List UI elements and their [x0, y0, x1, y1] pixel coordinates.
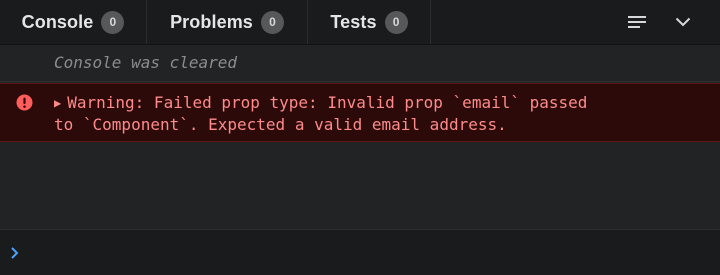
console-prompt — [0, 229, 720, 275]
collapse-panel-button[interactable] — [660, 0, 706, 44]
tab-problems-label: Problems — [170, 11, 253, 32]
tab-problems[interactable]: Problems 0 — [147, 0, 308, 44]
tab-tests-count-badge: 0 — [384, 10, 408, 34]
log-entry-cleared: Console was cleared — [0, 45, 720, 82]
expand-triangle-icon[interactable]: ▶ — [54, 93, 61, 114]
tab-console[interactable]: Console 0 — [0, 0, 147, 44]
console-log: Console was cleared ▶ Warning: Failed pro… — [0, 45, 720, 229]
error-icon — [16, 94, 33, 111]
tab-bar: Console 0 Problems 0 Tests 0 — [0, 0, 720, 45]
warning-text: Warning: Failed prop type: Invalid prop … — [54, 93, 588, 134]
console-input[interactable] — [28, 238, 708, 266]
prompt-chevron-icon — [11, 247, 19, 259]
wrap-lines-button[interactable] — [614, 0, 660, 44]
tab-tests[interactable]: Tests 0 — [308, 0, 431, 44]
log-entry-warning[interactable]: ▶ Warning: Failed prop type: Invalid prop… — [0, 83, 720, 142]
toolbar-actions — [614, 0, 720, 44]
warning-message: ▶ Warning: Failed prop type: Invalid prop… — [54, 92, 694, 135]
cleared-message: Console was cleared — [54, 53, 238, 72]
console-panel: Console 0 Problems 0 Tests 0 Console was… — [0, 0, 720, 275]
text-wrap-icon — [628, 16, 646, 28]
tab-problems-count-badge: 0 — [260, 10, 284, 34]
tab-console-count-badge: 0 — [101, 10, 125, 34]
tab-console-label: Console — [21, 11, 94, 32]
tab-tests-label: Tests — [330, 11, 377, 32]
chevron-down-icon — [675, 17, 691, 27]
